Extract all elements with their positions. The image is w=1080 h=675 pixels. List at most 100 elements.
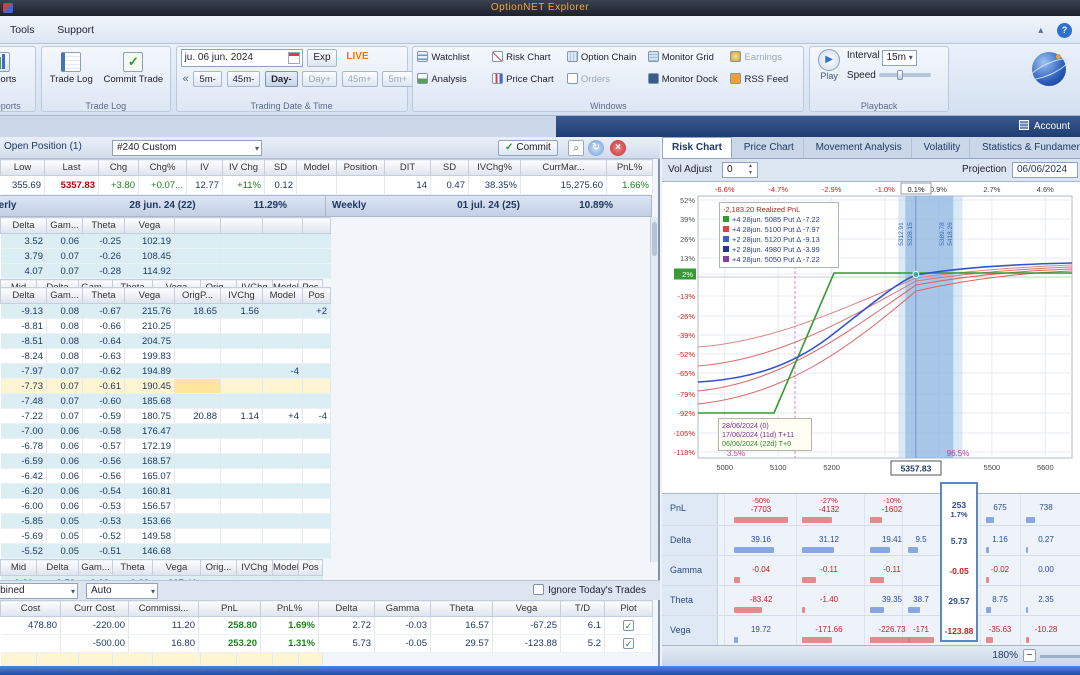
table-row[interactable]: -7.73 0.07 -0.61 190.45: [0, 378, 331, 394]
column-header[interactable]: Theta: [430, 600, 493, 617]
risk-chart-button[interactable]: Risk Chart: [492, 49, 564, 67]
table-row[interactable]: -7.22 0.07 -0.59 180.75 20.88 1.14 +4 -4: [0, 408, 331, 424]
strikes-scrollbar[interactable]: [650, 217, 658, 562]
help-icon[interactable]: ?: [1057, 23, 1072, 38]
column-header[interactable]: Low: [0, 159, 45, 176]
table-row[interactable]: -7.00 0.06 -0.58 176.47: [0, 423, 331, 439]
column-header[interactable]: Delta: [0, 287, 47, 304]
orders-button[interactable]: Orders: [566, 71, 645, 89]
column-header[interactable]: Plot: [604, 600, 653, 617]
column-header[interactable]: Last: [44, 159, 99, 176]
zoom-slider[interactable]: [1040, 655, 1080, 658]
nav-5m-back[interactable]: 5m-: [193, 71, 222, 87]
column-header[interactable]: Gam...: [46, 217, 83, 234]
commit-trade-button[interactable]: Commit Trade: [100, 49, 168, 87]
tab-price-chart[interactable]: Price Chart: [735, 138, 804, 158]
tab-risk-chart[interactable]: Risk Chart: [662, 137, 733, 158]
column-header[interactable]: Model: [272, 559, 299, 576]
tab-statistics-fundamental[interactable]: Statistics & Fundamental: [973, 138, 1080, 158]
play-button[interactable]: ▶: [818, 49, 841, 71]
column-header[interactable]: T/D: [560, 600, 605, 617]
table-row[interactable]: -8.51 0.08 -0.64 204.75: [0, 333, 331, 349]
table-row[interactable]: -6.20 0.06 -0.54 160.81: [0, 483, 331, 499]
speed-slider[interactable]: [878, 70, 931, 81]
column-header[interactable]: Theta: [82, 287, 125, 304]
trading-date-input[interactable]: ju. 06 jun. 2024: [180, 49, 303, 67]
expiry-band-weekly[interactable]: Weekly 01 jul. 24 (25) 10.89%: [326, 195, 652, 217]
table-row[interactable]: -5.69 0.05 -0.52 149.58: [0, 528, 331, 544]
column-header[interactable]: IVChg%: [468, 159, 521, 176]
column-header[interactable]: Orig...: [200, 559, 237, 576]
table-row[interactable]: 4.07 0.07 -0.28 114.92: [0, 263, 331, 279]
column-header[interactable]: Delta: [318, 600, 375, 617]
nav-45m-back[interactable]: 45m-: [226, 71, 261, 87]
column-header[interactable]: Cost: [0, 600, 61, 617]
column-header[interactable]: Delta: [36, 559, 79, 576]
tab-movement-analysis[interactable]: Movement Analysis: [807, 138, 912, 158]
search-plus-icon[interactable]: ⌕: [568, 140, 584, 156]
menu-tools[interactable]: Tools: [0, 16, 45, 36]
column-header[interactable]: SD: [264, 159, 297, 176]
column-header[interactable]: Commissi...: [128, 600, 199, 617]
speed-slider-thumb[interactable]: [896, 70, 903, 81]
exp-button[interactable]: Exp: [307, 49, 337, 67]
reports-button[interactable]: Reports: [0, 49, 20, 87]
monitor-grid-button[interactable]: Monitor Grid: [647, 49, 728, 67]
monitor-dock-button[interactable]: Monitor Dock: [647, 71, 728, 89]
account-panel-tab[interactable]: Account: [556, 116, 1080, 137]
nav-day-fwd[interactable]: Day+: [302, 71, 337, 87]
table-row[interactable]: 3.52 0.06 -0.25 102.19: [0, 233, 331, 249]
column-header[interactable]: Gamma: [374, 600, 431, 617]
column-header[interactable]: Model: [262, 287, 303, 304]
column-header[interactable]: Delta: [0, 217, 47, 234]
column-header[interactable]: IV: [186, 159, 223, 176]
auto-select[interactable]: Auto ▾: [86, 583, 158, 599]
tab-volatility[interactable]: Volatility: [915, 138, 971, 158]
close-icon[interactable]: ×: [610, 140, 626, 156]
table-row[interactable]: -6.78 0.06 -0.57 172.19: [0, 438, 331, 454]
column-header[interactable]: Gam...: [78, 559, 113, 576]
table-row[interactable]: -5.85 0.05 -0.53 153.66: [0, 513, 331, 529]
table-row[interactable]: -6.42 0.06 -0.56 165.07: [0, 468, 331, 484]
column-header[interactable]: Theta: [112, 559, 153, 576]
column-header[interactable]: Pos: [302, 287, 331, 304]
column-header[interactable]: [262, 217, 303, 234]
rss-feed-button[interactable]: RSS Feed: [730, 71, 802, 89]
ignore-trades-option[interactable]: Ignore Today's Trades: [533, 584, 646, 596]
ignore-trades-checkbox[interactable]: [533, 584, 545, 595]
nav-day-back[interactable]: Day-: [265, 71, 298, 87]
table-row[interactable]: 355.69 5357.83 +3.80 +0.07... 12.77 +11% 0.12 1…: [0, 175, 653, 195]
column-header[interactable]: Vega: [124, 287, 175, 304]
column-header[interactable]: Chg: [98, 159, 139, 176]
expiry-band-quarterly[interactable]: Quarterly 28 jun. 24 (22) 11.29%: [0, 195, 326, 217]
column-header[interactable]: SD: [430, 159, 469, 176]
column-header[interactable]: IV Chg: [222, 159, 265, 176]
vol-adjust-stepper[interactable]: 0 ▲ ▼: [722, 162, 758, 178]
column-header[interactable]: Theta: [82, 217, 125, 234]
column-header[interactable]: Mid: [0, 559, 37, 576]
zoom-out-button[interactable]: −: [1023, 649, 1036, 662]
table-row[interactable]: 478.80 -220.00 11.20 258.80 1.69% 2.72 -0.03 16…: [0, 616, 653, 635]
column-header[interactable]: Vega: [124, 217, 175, 234]
table-row[interactable]: -6.00 0.06 -0.53 156.57: [0, 498, 331, 514]
column-header[interactable]: Model: [296, 159, 337, 176]
menu-support[interactable]: Support: [47, 16, 104, 36]
earnings-button[interactable]: Earnings: [730, 49, 802, 67]
risk-chart[interactable]: 5312.91 5328.15 5389.78 5418.26 -6.6% -4…: [662, 181, 1080, 493]
column-header[interactable]: [174, 217, 221, 234]
column-header[interactable]: Pos: [298, 559, 323, 576]
pin-icon[interactable]: ▴: [1033, 24, 1048, 39]
chart-legend[interactable]: -2,183.20 Realized PnL +4 28jun. 5085 Pu…: [719, 202, 839, 268]
column-header[interactable]: Gam...: [46, 287, 83, 304]
column-header[interactable]: Curr Cost: [60, 600, 129, 617]
table-row[interactable]: -500.00 16.80 253.20 1.31% 5.73 -0.05 29.57 -12…: [0, 634, 653, 653]
live-button[interactable]: LIVE: [341, 49, 373, 67]
column-header[interactable]: CurrMar...: [520, 159, 607, 176]
table-row[interactable]: -6.59 0.06 -0.56 168.57: [0, 453, 331, 469]
nav-5m-fwd[interactable]: 5m+: [382, 71, 414, 87]
table-row[interactable]: -8.81 0.08 -0.66 210.25: [0, 318, 331, 334]
strategy-select[interactable]: #240 Custom ▾: [112, 140, 262, 156]
column-header[interactable]: DIT: [384, 159, 431, 176]
column-header[interactable]: Position: [336, 159, 385, 176]
analysis-button[interactable]: Analysis: [417, 71, 489, 89]
